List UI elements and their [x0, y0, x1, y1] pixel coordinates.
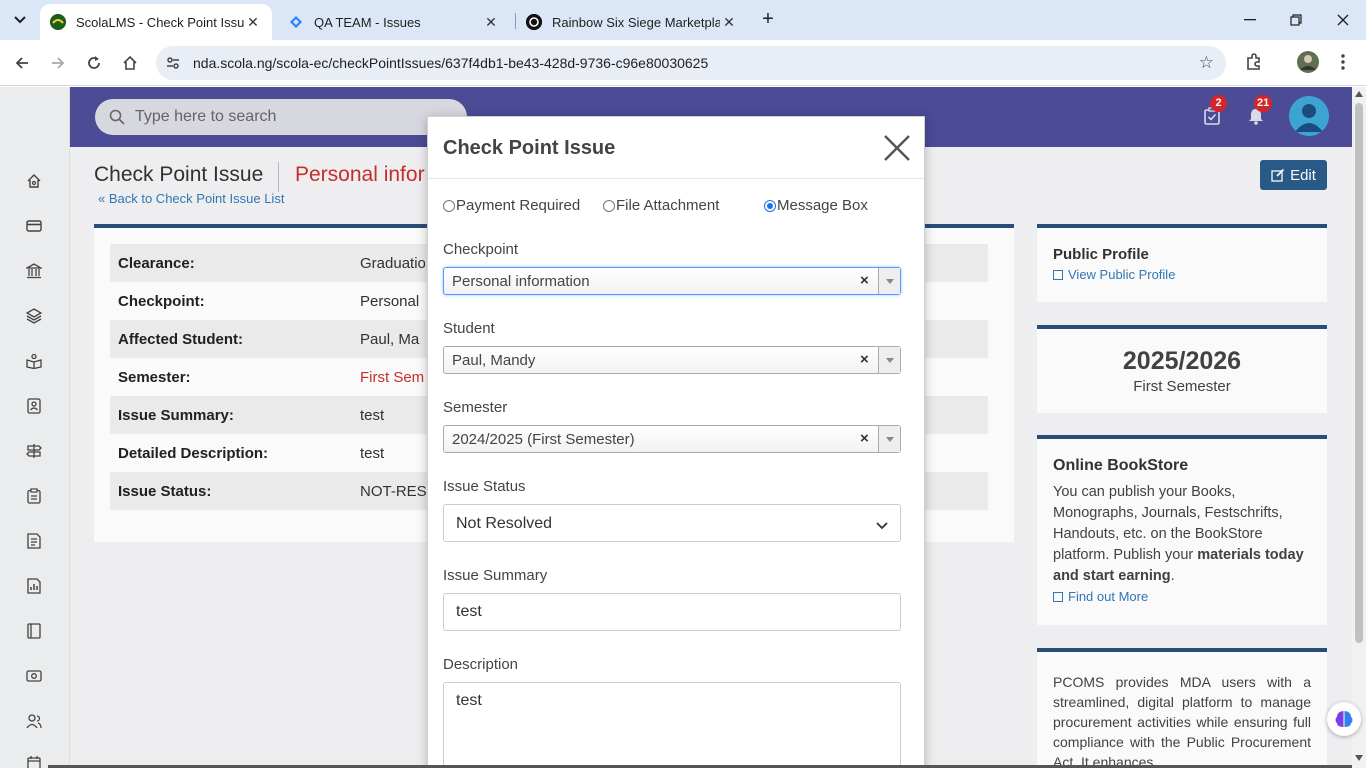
radio-message-box[interactable]: Message Box [764, 197, 868, 214]
browser-toolbar: nda.scola.ng/scola-ec/checkPointIssues/6… [0, 40, 1366, 86]
scola-favicon-icon [50, 14, 66, 30]
jira-favicon-icon [288, 14, 304, 30]
radio-payment-required[interactable]: Payment Required [443, 197, 580, 214]
restore-window-icon[interactable] [1273, 0, 1319, 40]
forward-arrow-icon[interactable] [45, 50, 71, 76]
dropdown-arrow-icon[interactable] [878, 426, 900, 452]
semester-label: Semester [443, 399, 508, 416]
checkpoint-value: Personal information [452, 273, 590, 290]
minimize-window-icon[interactable] [1227, 0, 1273, 40]
browser-menu-icon[interactable] [1336, 52, 1350, 75]
clear-selection-icon[interactable]: × [860, 351, 869, 368]
clear-selection-icon[interactable]: × [860, 430, 869, 447]
tab-close-icon[interactable]: ✕ [720, 14, 738, 31]
modal-title: Check Point Issue [443, 137, 616, 159]
scrollbar-thumb[interactable] [1355, 103, 1363, 643]
radio-indicator[interactable] [764, 199, 776, 212]
profile-avatar-icon[interactable] [1297, 51, 1319, 76]
tab-title: QA TEAM - Issues [314, 14, 421, 30]
home-icon[interactable] [117, 50, 143, 76]
rainbow-six-favicon-icon [526, 14, 542, 30]
student-value: Paul, Mandy [452, 352, 536, 369]
checkpoint-label: Checkpoint [443, 241, 519, 258]
dropdown-arrow-icon[interactable] [878, 347, 900, 373]
description-textarea[interactable]: test [443, 682, 901, 767]
scroll-down-arrow-icon[interactable] [1355, 755, 1363, 761]
back-arrow-icon[interactable] [9, 50, 35, 76]
close-icon[interactable] [882, 133, 912, 163]
tab-search-chevron-icon[interactable] [6, 8, 34, 32]
url-text: nda.scola.ng/scola-ec/checkPointIssues/6… [193, 55, 709, 71]
student-select[interactable]: Paul, Mandy × [443, 346, 901, 374]
semester-value: 2024/2025 (First Semester) [452, 431, 635, 448]
radio-label: Message Box [777, 197, 868, 214]
radio-file-attachment[interactable]: File Attachment [603, 197, 719, 214]
chevron-down-icon [876, 517, 888, 535]
radio-indicator[interactable] [443, 199, 455, 212]
issue-status-value: Not Resolved [456, 515, 553, 532]
close-window-icon[interactable] [1320, 0, 1366, 40]
tab-close-icon[interactable]: ✕ [244, 14, 262, 31]
semester-select[interactable]: 2024/2025 (First Semester) × [443, 425, 901, 453]
browser-tabstrip: ScolaLMS - Check Point Issue ✕ QA TEAM -… [0, 0, 1366, 40]
modal-header: Check Point Issue [428, 117, 924, 179]
clear-selection-icon[interactable]: × [860, 272, 869, 289]
radio-label: Payment Required [456, 197, 581, 214]
radio-indicator[interactable] [603, 199, 615, 212]
extensions-puzzle-icon[interactable] [1244, 52, 1264, 75]
tab-title: Rainbow Six Siege Marketplace [552, 14, 720, 30]
address-bar[interactable]: nda.scola.ng/scola-ec/checkPointIssues/6… [156, 46, 1226, 80]
page-scrollbar[interactable] [1352, 87, 1366, 768]
browser-tab-scolalms[interactable]: ScolaLMS - Check Point Issue ✕ [40, 4, 272, 40]
site-info-icon[interactable] [164, 54, 182, 72]
reload-icon[interactable] [81, 50, 107, 76]
browser-tab-rainbow-six[interactable]: Rainbow Six Siege Marketplace ✕ [516, 4, 748, 40]
browser-tab-qa-team[interactable]: QA TEAM - Issues ✕ [278, 4, 510, 40]
issue-status-select[interactable]: Not Resolved [443, 504, 901, 542]
check-point-issue-modal: Check Point Issue Payment Required File … [427, 116, 925, 768]
issue-status-label: Issue Status [443, 478, 526, 495]
tab-close-icon[interactable]: ✕ [482, 14, 500, 31]
issue-summary-input[interactable]: test [443, 593, 901, 631]
issue-summary-label: Issue Summary [443, 567, 548, 584]
description-label: Description [443, 656, 519, 673]
checkpoint-select[interactable]: Personal information × [443, 267, 901, 295]
student-label: Student [443, 320, 495, 337]
scroll-up-arrow-icon[interactable] [1355, 91, 1363, 97]
new-tab-button[interactable]: + [756, 8, 780, 32]
tab-title: ScolaLMS - Check Point Issue [76, 14, 244, 30]
radio-label: File Attachment [616, 197, 720, 214]
ai-assistant-brain-icon[interactable] [1327, 702, 1361, 736]
dropdown-arrow-icon[interactable] [878, 268, 900, 294]
bookmark-star-icon[interactable]: ☆ [1199, 53, 1214, 73]
